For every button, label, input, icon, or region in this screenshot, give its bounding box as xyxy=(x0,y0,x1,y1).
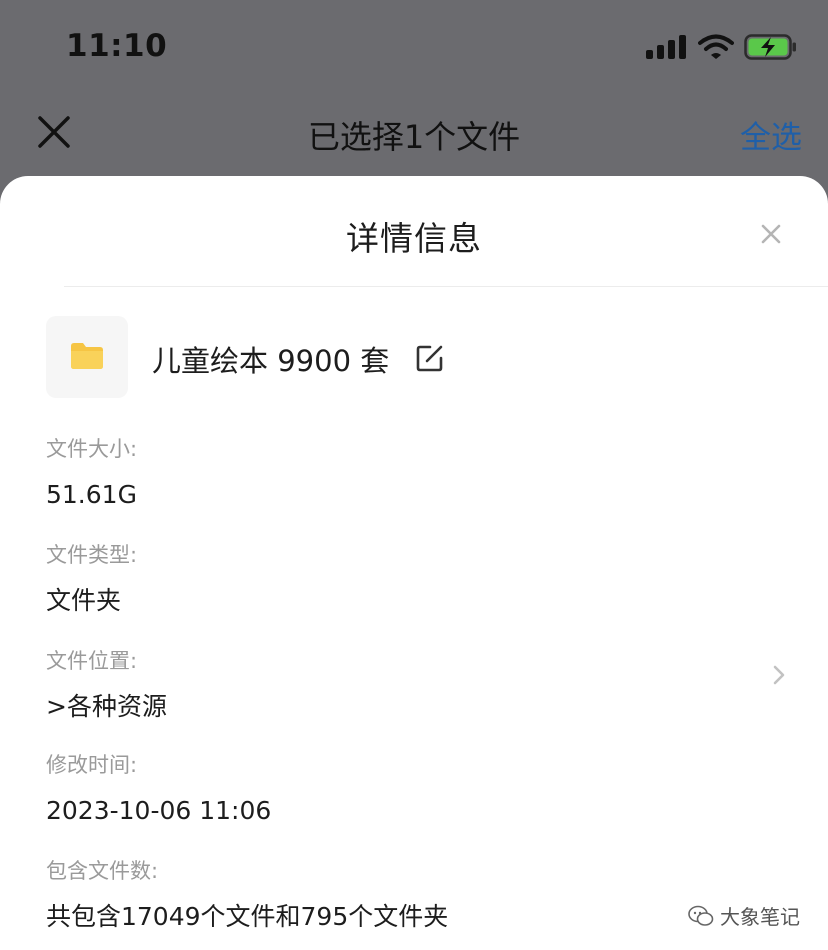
field-value: 2023-10-06 11:06 xyxy=(46,796,272,825)
wifi-icon xyxy=(698,34,734,59)
file-name: 儿童绘本 9900 套 xyxy=(152,344,390,378)
field-value: 51.61G xyxy=(46,480,137,509)
field-file-size: 文件大小: 51.61G xyxy=(46,434,786,512)
sheet-divider xyxy=(64,286,828,287)
edit-icon[interactable] xyxy=(416,344,444,372)
chevron-right-icon[interactable] xyxy=(772,664,786,686)
select-all-button[interactable]: 全选 xyxy=(740,112,802,157)
field-label: 文件位置: xyxy=(46,649,138,673)
signal-icon xyxy=(646,35,686,59)
field-file-location[interactable]: 文件位置: >各种资源 xyxy=(46,646,786,724)
field-file-type: 文件类型: 文件夹 xyxy=(46,540,786,618)
watermark: 大象笔记 xyxy=(688,901,800,930)
close-icon[interactable] xyxy=(760,223,782,245)
file-row: 儿童绘本 9900 套 xyxy=(46,316,786,400)
status-time: 11:10 xyxy=(66,28,168,64)
field-value: 共包含17049个文件和795个文件夹 xyxy=(46,902,449,931)
field-modified-time: 修改时间: 2023-10-06 11:06 xyxy=(46,750,786,828)
field-label: 文件类型: xyxy=(46,543,138,567)
nav-title: 已选择1个文件 xyxy=(307,118,521,156)
field-label: 包含文件数: xyxy=(46,859,159,883)
field-contained-files: 包含文件数: 共包含17049个文件和795个文件夹 xyxy=(46,856,786,934)
wechat-icon xyxy=(688,905,714,926)
watermark-text: 大象笔记 xyxy=(720,905,800,929)
details-sheet: 详情信息 儿童绘本 9900 套 文件大小: 51.61G 文件类型: 文件夹 … xyxy=(0,176,828,950)
battery-charging-icon xyxy=(744,34,796,60)
field-label: 文件大小: xyxy=(46,437,138,461)
status-icons xyxy=(646,34,798,60)
status-bar: 11:10 xyxy=(0,0,828,96)
folder-thumbnail xyxy=(46,316,128,398)
field-label: 修改时间: xyxy=(46,753,138,777)
field-value: >各种资源 xyxy=(46,692,167,721)
field-value: 文件夹 xyxy=(46,586,122,615)
folder-icon xyxy=(71,343,103,369)
sheet-title: 详情信息 xyxy=(346,219,482,258)
